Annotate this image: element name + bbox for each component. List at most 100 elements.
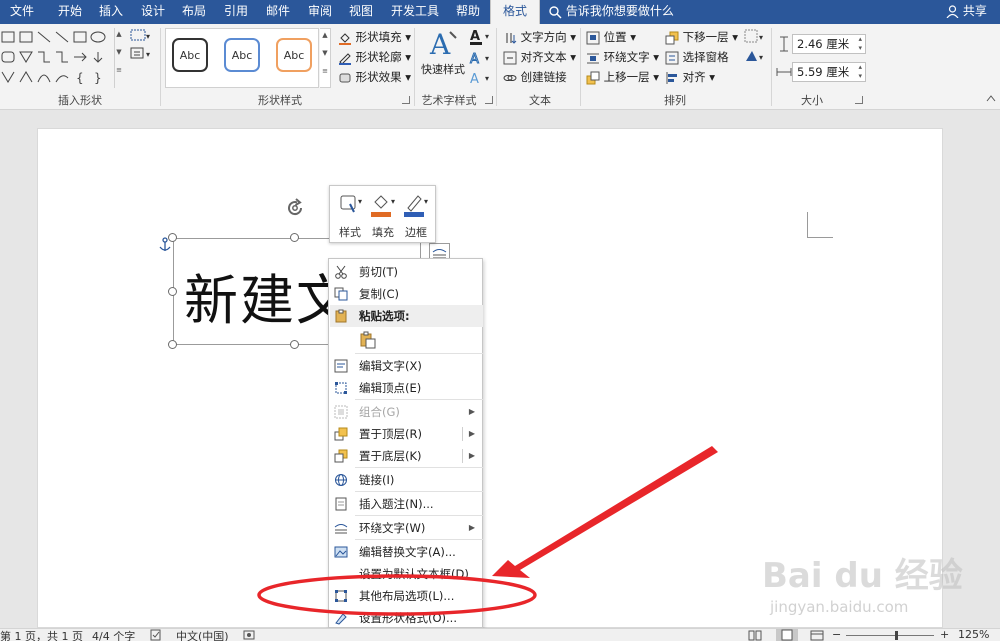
shape-height-input[interactable]: 2.46 厘米 ▴ ▾ [792,34,866,54]
zoom-slider[interactable] [846,635,934,636]
align-button[interactable]: 对齐 ▾ [665,69,715,85]
rotate-button[interactable]: ▾ [744,49,768,66]
tab-review[interactable]: 审阅 [306,0,334,24]
tab-developer[interactable]: 开发工具 [389,0,441,24]
read-mode-icon[interactable] [748,629,762,641]
tab-format[interactable]: 格式 [490,0,540,25]
resize-handle-sw[interactable] [168,340,177,349]
align-text-button[interactable]: 对齐文本 ▾ [503,49,576,65]
print-layout-button[interactable] [776,629,798,641]
menu-item-label: 置于底层(K) [359,449,422,463]
person-icon [946,5,959,18]
mini-style-button[interactable]: ▾ 样式 [334,190,366,240]
rotate-handle-icon[interactable] [284,197,306,219]
context-menu: 剪切(T) 复制(C) 粘贴选项: 编辑文字(X) 编辑顶点(E) 组合(G) … [328,258,483,628]
macro-record-icon[interactable] [243,629,255,641]
send-backward-button[interactable]: 下移一层 ▾ [665,29,738,45]
mini-fill-button[interactable]: ▾ 填充 [367,190,399,240]
text-direction-button[interactable]: 文字方向 ▾ [503,29,576,45]
submenu-arrow-icon[interactable]: ▶ [469,423,475,445]
menu-item-cut[interactable]: 剪切(T) [330,261,483,283]
status-language[interactable]: 中文(中国) [176,628,229,641]
collapse-ribbon-button[interactable] [986,94,996,105]
text-box-button[interactable]: ▾ [130,46,152,63]
shape-style-1[interactable]: Abc [172,38,208,72]
position-button[interactable]: 位置 ▾ [586,29,636,45]
menu-item-link[interactable]: 链接(I) [330,469,483,491]
zoom-in-button[interactable]: + [940,628,949,641]
zoom-slider-thumb[interactable] [895,631,898,640]
svg-text:A: A [429,28,451,58]
menu-item-format-shape[interactable]: 设置形状格式(O)... [330,607,483,629]
shape-width-input[interactable]: 5.59 厘米 ▴ ▾ [792,62,866,82]
svg-text:▾: ▾ [485,32,489,41]
tab-mailings[interactable]: 邮件 [264,0,292,24]
menu-item-send-to-back[interactable]: 置于底层(K) ▶ [330,445,483,467]
web-layout-icon[interactable] [810,629,824,641]
margin-corner-mark [807,212,833,238]
menu-item-copy[interactable]: 复制(C) [330,283,483,305]
tab-view[interactable]: 视图 [347,0,375,24]
status-word-count[interactable]: 4/4 个字 [92,628,135,641]
selection-pane-button[interactable]: 选择窗格 [665,49,729,65]
vertical-scrollbar[interactable] [986,112,1000,626]
status-page[interactable]: 第 1 页，共 1 页 [0,628,83,641]
create-link-button[interactable]: 创建链接 [503,69,567,85]
menu-item-group: 组合(G) ▶ [330,401,483,423]
tell-me-search[interactable]: 告诉我你想要做什么 [548,0,674,24]
menu-item-edit-points[interactable]: 编辑顶点(E) [330,377,483,399]
paste-icon [335,309,347,323]
shape-gallery-scroll[interactable]: ▲ ▼ ≡ [114,28,123,88]
menu-item-edit-alt-text[interactable]: 编辑替换文字(A)... [330,541,483,563]
group-objects-button[interactable]: ▾ [744,29,768,46]
shape-style-3[interactable]: Abc [276,38,312,72]
share-button[interactable]: 共享 [946,0,987,24]
resize-handle-s[interactable] [290,340,299,349]
bring-forward-button[interactable]: 上移一层 ▾ [586,69,659,85]
menu-item-set-default-textbox[interactable]: 设置为默认文本框(D) [330,563,483,585]
shape-styles-launcher[interactable] [402,96,410,104]
submenu-arrow-icon[interactable]: ▶ [469,517,475,539]
tab-design[interactable]: 设计 [139,0,167,24]
quick-styles-button[interactable]: A 快速样式 [418,28,468,88]
proofing-icon[interactable] [150,629,162,641]
shape-style-2[interactable]: Abc [224,38,260,72]
menu-item-more-layout-options[interactable]: 其他布局选项(L)... [330,585,483,607]
text-outline-button[interactable]: A ▾ [468,50,494,71]
menu-item-paste-keep[interactable] [330,327,483,353]
tab-insert[interactable]: 插入 [97,0,125,24]
svg-text:▾: ▾ [485,74,489,83]
shape-effects-button[interactable]: 形状效果 ▾ [338,69,411,85]
resize-handle-w[interactable] [168,287,177,296]
tab-help[interactable]: 帮助 [454,0,482,24]
tab-file[interactable]: 文件 [8,0,36,24]
shape-gallery[interactable]: {} [0,28,112,88]
text-fill-button[interactable]: A ▾ [468,28,494,49]
menu-item-wrap-text[interactable]: 环绕文字(W) ▶ [330,517,483,539]
tab-home[interactable]: 开始 [56,0,84,24]
menu-separator [355,515,483,516]
zoom-level[interactable]: 125% [958,628,989,641]
edit-shape-button[interactable]: ▾ [130,28,152,45]
resize-handle-nw[interactable] [168,233,177,242]
text-direction-label: 文字方向 [520,30,567,44]
resize-handle-n[interactable] [290,233,299,242]
tab-references[interactable]: 引用 [222,0,250,24]
wrap-text-button[interactable]: 环绕文字 ▾ [586,49,659,65]
shape-outline-button[interactable]: 形状轮廓 ▾ [338,49,411,65]
menu-item-insert-caption[interactable]: 插入题注(N)... [330,493,483,515]
submenu-arrow-icon: ▶ [468,407,475,416]
wordart-launcher[interactable] [485,96,493,104]
shape-styles-scroll[interactable]: ▲ ▼ ≡ [320,28,331,88]
mini-border-button[interactable]: ▾ 边框 [400,190,432,240]
menu-item-label: 剪切(T) [359,265,398,279]
menu-item-bring-to-front[interactable]: 置于顶层(R) ▶ [330,423,483,445]
shape-fill-button[interactable]: 形状填充 ▾ [338,29,411,45]
zoom-out-button[interactable]: − [832,628,841,641]
text-box-content[interactable]: 新建文 [184,256,352,335]
text-effects-button[interactable]: A ▾ [468,70,494,91]
submenu-arrow-icon[interactable]: ▶ [469,445,475,467]
size-launcher[interactable] [855,96,863,104]
menu-item-edit-text[interactable]: 编辑文字(X) [330,355,483,377]
tab-layout[interactable]: 布局 [180,0,208,24]
